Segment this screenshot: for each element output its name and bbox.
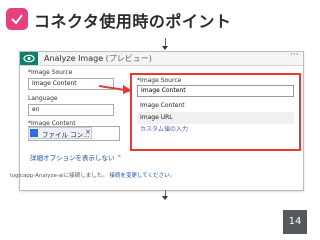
- card-title-preview: (プレビュー): [105, 54, 152, 63]
- dropdown-option-image-content[interactable]: Image Content: [137, 100, 294, 112]
- connection-status: logicapp-Analyze-aiに接続しました。 接続を変更してください。: [10, 171, 175, 179]
- image-source-dropdown: *Image Source Image Content Image Conten…: [130, 73, 301, 151]
- highlight-arrow-icon: [99, 85, 132, 94]
- lightbulb-icon: [6, 8, 28, 30]
- analyze-image-card: Analyze Image (プレビュー) ··· *Image Source …: [19, 50, 304, 191]
- more-options-icon[interactable]: ···: [290, 50, 299, 60]
- file-content-token[interactable]: ファイル コン... ×: [28, 127, 92, 139]
- card-title: Analyze Image (プレビュー): [44, 53, 152, 64]
- remove-token-icon[interactable]: ×: [85, 128, 91, 136]
- dropdown-label: *Image Source: [137, 77, 182, 84]
- dropdown-input[interactable]: Image Content: [137, 85, 294, 97]
- language-field[interactable]: en: [28, 104, 114, 116]
- language-label: Language: [28, 95, 58, 102]
- card-header[interactable]: Analyze Image (プレビュー) ···: [20, 50, 303, 66]
- page-number: 14: [283, 210, 307, 234]
- dropbox-icon: [30, 129, 38, 137]
- dropdown-option-custom-value[interactable]: カスタム値の入力: [137, 124, 294, 136]
- advanced-options-link[interactable]: 詳細オプションを表示しない ⌃: [30, 152, 122, 162]
- card-title-text: Analyze Image: [44, 54, 104, 63]
- connection-status-text: logicapp-Analyze-aiに接続しました。: [10, 173, 108, 179]
- dropdown-option-image-url[interactable]: Image URL: [137, 112, 294, 124]
- slide-title: コネクタ使用時のポイント: [34, 12, 232, 31]
- flow-arrow-top: [162, 46, 168, 50]
- file-token-label: ファイル コン...: [42, 131, 90, 139]
- image-source-label: *Image Source: [28, 69, 73, 76]
- flow-arrow-bottom: [162, 196, 168, 200]
- change-connection-link[interactable]: 接続を変更してください。: [109, 173, 175, 179]
- eye-icon: [20, 52, 38, 65]
